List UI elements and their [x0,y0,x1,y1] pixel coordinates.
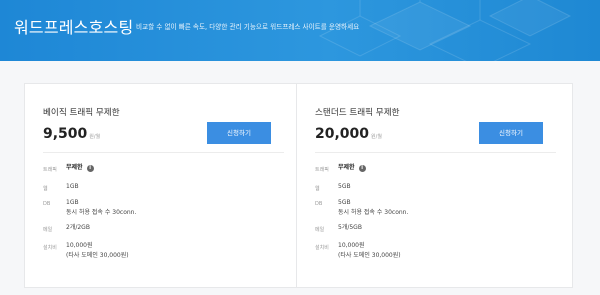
divider [43,152,284,153]
spec-label-db: DB [315,201,323,207]
spec-note-setup: (타사 도메인 30,000원) [338,252,401,259]
spec-label-setup: 설치비 [43,245,57,251]
spec-label-setup: 설치비 [315,245,329,251]
traffic-value: 무제한 [66,164,83,171]
plan-card-standard: 스탠더드 트래픽 무제한 20,000 원/월 신청하기 트래픽 무제한 i 웹 5… [296,83,573,288]
spec-label-mail: 메일 [43,227,53,233]
apply-button[interactable]: 신청하기 [207,122,271,144]
spec-label-web: 웹 [315,186,320,192]
plan-name: 스탠더드 트래픽 무제한 [315,108,400,118]
spec-value-setup: 10,000원 [338,242,365,249]
traffic-value: 무제한 [338,164,355,171]
plan-name: 베이직 트래픽 무제한 [43,108,120,118]
spec-value-traffic: 무제한 i [338,163,366,173]
hero-banner: 워드프레스호스팅 비교할 수 없이 빠른 속도, 다양한 관리 기능으로 워드프… [0,0,600,61]
spec-label-db: DB [43,201,51,207]
spec-value-web: 5GB [338,183,351,190]
divider [315,152,556,153]
spec-value-web: 1GB [66,183,79,190]
page-subtitle: 비교할 수 없이 빠른 속도, 다양한 관리 기능으로 워드프레스 사이트를 운… [136,23,360,31]
price-amount: 20,000 [315,126,370,142]
spec-value-db: 1GB [66,199,79,206]
spec-label-web: 웹 [43,186,48,192]
plan-price: 20,000 원/월 [315,123,382,142]
spec-value-traffic: 무제한 i [66,163,94,173]
spec-value-db: 5GB [338,199,351,206]
spec-note-setup: (타사 도메인 30,000원) [66,252,129,259]
spec-label-mail: 메일 [315,227,325,233]
spec-value-setup: 10,000원 [66,242,93,249]
info-icon[interactable]: i [358,165,366,172]
spec-value-mail: 2개/2GB [66,224,90,231]
apply-button[interactable]: 신청하기 [479,122,543,144]
spec-label-traffic: 트래픽 [43,167,57,173]
spec-label-traffic: 트래픽 [315,167,329,173]
price-amount: 9,500 [43,126,88,142]
spec-value-mail: 5개/5GB [338,224,362,231]
plan-price: 9,500 원/월 [43,123,100,142]
plan-card-basic: 베이직 트래픽 무제한 9,500 원/월 신청하기 트래픽 무제한 i 웹 1GB… [24,83,301,288]
spec-note-db: 동시 허용 접속 수 30conn. [66,209,137,216]
info-icon[interactable]: i [86,165,94,172]
price-unit: 원/월 [371,134,382,140]
spec-note-db: 동시 허용 접속 수 30conn. [338,209,409,216]
price-unit: 원/월 [89,134,101,140]
page-title: 워드프레스호스팅 [14,18,134,37]
